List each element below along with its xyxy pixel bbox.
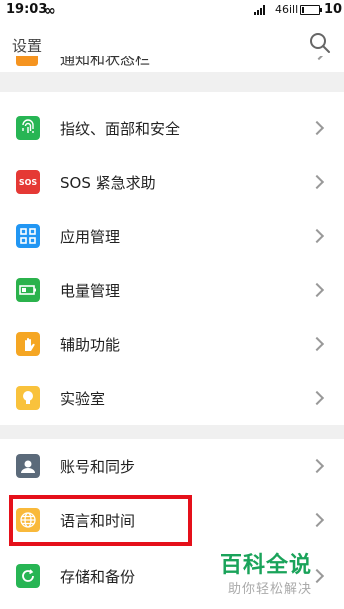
hand-icon (16, 332, 40, 356)
highlight-annotation-box (9, 495, 192, 546)
chevron-right-icon (309, 228, 325, 244)
sos-icon: SOS (16, 170, 40, 194)
chevron-right-icon (309, 174, 325, 190)
chevron-right-icon (309, 120, 325, 136)
infinity-icon: ∞ (44, 3, 56, 19)
notification-icon (16, 56, 38, 66)
battery-level: 10 (324, 2, 343, 17)
search-icon[interactable] (308, 31, 332, 55)
list-item-battery-management[interactable]: 电量管理 (0, 263, 344, 317)
page-title: 设置 (12, 37, 43, 55)
list-item-accessibility[interactable]: 辅助功能 (0, 317, 344, 371)
chevron-right-icon (309, 282, 325, 298)
wifi-signal-label: 46ill (275, 3, 299, 16)
chevron-right-icon (311, 56, 327, 61)
list-item-security[interactable]: 指纹、面部和安全 (0, 101, 344, 155)
list-item-account-sync[interactable]: 账号和同步 (0, 439, 344, 493)
chevron-right-icon (309, 336, 325, 352)
status-time: 19:03 (6, 2, 48, 17)
list-item-label: 实验室 (60, 390, 106, 408)
list-item-label: 应用管理 (60, 228, 121, 246)
list-item-sos[interactable]: SOS SOS 紧急求助 (0, 155, 344, 209)
signal-icon (254, 5, 268, 15)
lightbulb-icon (16, 386, 40, 410)
sos-icon-text: SOS (18, 177, 38, 187)
chevron-right-icon (309, 512, 325, 528)
watermark-title: 百科全说 (220, 553, 313, 578)
watermark-subtitle: 助你轻松解决 (228, 582, 313, 597)
list-item-app-management[interactable]: 应用管理 (0, 209, 344, 263)
status-bar: 19:03 ∞ 46ill 10 (0, 0, 344, 22)
battery-icon (16, 278, 40, 302)
list-item-label: SOS 紧急求助 (60, 174, 156, 192)
list-item-label: 指纹、面部和安全 (60, 120, 181, 138)
battery-status-icon (300, 5, 322, 15)
list-item-label: 账号和同步 (60, 458, 136, 476)
storage-icon (16, 564, 40, 588)
apps-grid-icon (16, 224, 40, 248)
list-item-label: 电量管理 (60, 282, 121, 300)
fingerprint-icon (16, 116, 40, 140)
section-divider (0, 72, 344, 92)
list-item-label: 辅助功能 (60, 336, 121, 354)
list-item-label: 存储和备份 (60, 568, 136, 586)
account-icon (16, 454, 40, 478)
list-item-notifications[interactable]: 通知和状态栏 (0, 56, 344, 72)
list-item-label: 通知和状态栏 (60, 56, 151, 68)
section-divider (0, 425, 344, 439)
chevron-right-icon (309, 458, 325, 474)
list-item-lab[interactable]: 实验室 (0, 371, 344, 425)
chevron-right-icon (309, 568, 325, 584)
chevron-right-icon (309, 390, 325, 406)
